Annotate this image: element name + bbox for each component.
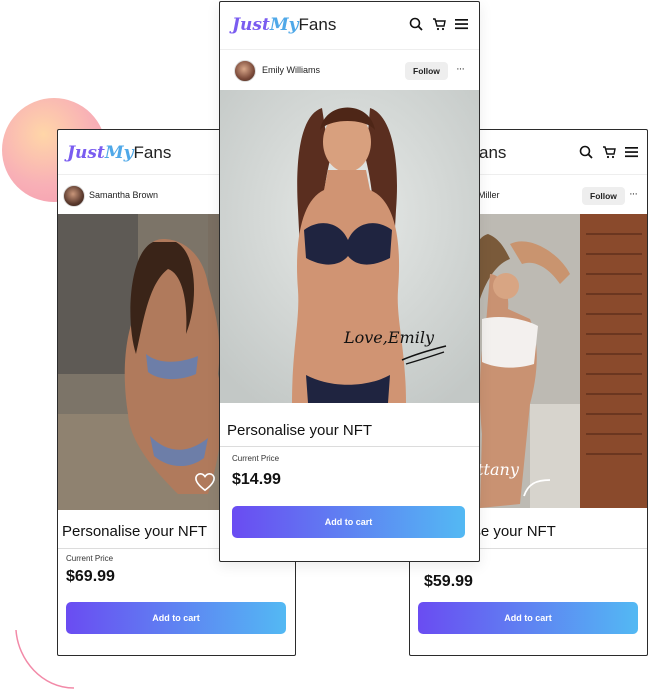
product-card-center: JustMyFans Emily Williams Follow ··· Lov… <box>219 1 480 562</box>
brand-fans: ans <box>479 143 507 162</box>
divider <box>220 446 479 447</box>
brand-just: Just <box>67 143 105 163</box>
follow-button[interactable]: Follow <box>582 187 625 205</box>
username[interactable]: Miller <box>478 190 500 200</box>
card-header: JustMyFans <box>220 2 479 46</box>
cart-icon[interactable] <box>432 17 446 31</box>
product-title: Personalise your NFT <box>227 422 373 439</box>
user-bar: Emily Williams Follow ··· <box>220 49 479 90</box>
brand-fans: Fans <box>298 15 337 34</box>
cart-icon[interactable] <box>602 145 616 159</box>
brand-my: My <box>104 143 134 163</box>
menu-icon[interactable] <box>455 18 468 30</box>
brand-my: My <box>269 15 299 35</box>
add-to-cart-button[interactable]: Add to cart <box>418 602 638 634</box>
brand-logo[interactable]: JustMyFans <box>67 143 171 163</box>
product-title: ise your NFT <box>470 523 556 540</box>
username[interactable]: Samantha Brown <box>89 190 158 200</box>
price-value: $14.99 <box>232 471 281 488</box>
signature-swoosh <box>523 479 551 497</box>
avatar[interactable] <box>234 60 256 82</box>
avatar[interactable] <box>63 185 85 207</box>
more-icon[interactable]: ··· <box>456 63 465 75</box>
header-icons <box>409 17 468 31</box>
add-to-cart-button[interactable]: Add to cart <box>66 602 286 634</box>
search-icon[interactable] <box>409 17 423 31</box>
add-to-cart-button[interactable]: Add to cart <box>232 506 465 538</box>
price-value: $59.99 <box>424 573 473 590</box>
signature-swoosh <box>401 345 447 365</box>
product-title: Personalise your NFT <box>62 523 208 540</box>
price-label: Current Price <box>66 554 114 563</box>
header-icons <box>579 145 638 159</box>
brand-just: Just <box>232 15 270 35</box>
more-icon[interactable]: ··· <box>629 188 638 200</box>
follow-button[interactable]: Follow <box>405 62 448 80</box>
search-icon[interactable] <box>579 145 593 159</box>
product-photo[interactable]: Love,Emily <box>220 90 479 403</box>
brand-logo[interactable]: ans <box>479 143 506 163</box>
brand-logo[interactable]: JustMyFans <box>232 15 336 35</box>
username[interactable]: Emily Williams <box>262 65 320 75</box>
brand-fans: Fans <box>133 143 172 162</box>
price-value: $69.99 <box>66 568 115 585</box>
heart-icon[interactable] <box>194 472 216 492</box>
price-label: Current Price <box>232 454 280 463</box>
menu-icon[interactable] <box>625 146 638 158</box>
